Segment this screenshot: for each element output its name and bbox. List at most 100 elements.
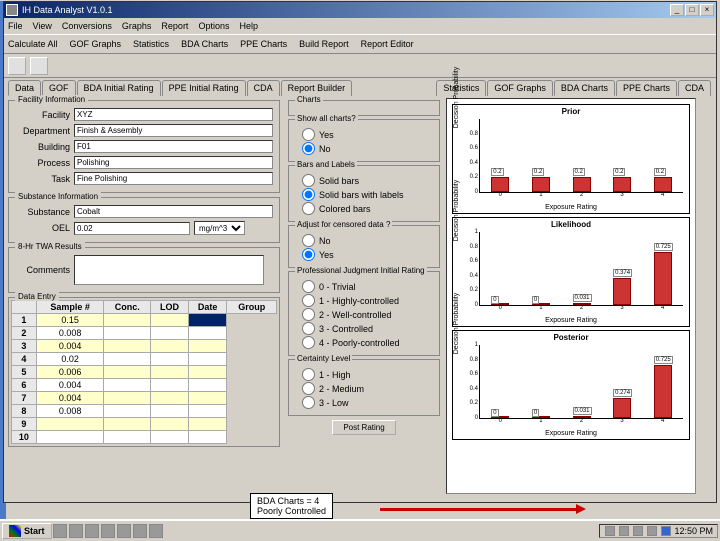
censor-yes[interactable] [302,248,315,261]
bars-colored[interactable] [302,202,315,215]
tab-gof-graphs[interactable]: GOF Graphs [487,80,553,96]
close-button[interactable]: × [700,4,714,16]
tb-bda-charts[interactable]: BDA Charts [181,39,228,49]
taskbar-icon[interactable] [101,524,115,538]
menubar: File View Conversions Graphs Report Opti… [4,18,716,34]
rating-2[interactable] [302,308,315,321]
showall-no[interactable] [302,142,315,155]
window-title: IH Data Analyst V1.0.1 [22,5,113,15]
post-rating-button[interactable]: Post Rating [332,420,395,435]
substance-input[interactable] [74,205,273,218]
taskbar-icon[interactable] [53,524,67,538]
unit-select[interactable]: mg/m^3 [194,221,245,235]
chart-prior: PriorDecision Probability00.20.40.60.800… [452,104,690,214]
icon-toolbar [4,54,716,78]
twa-fieldset: 8-Hr TWA Results Comments [8,247,280,293]
rating-1[interactable] [302,294,315,307]
taskbar-icon[interactable] [85,524,99,538]
toolbar: Calculate All GOF Graphs Statistics BDA … [4,34,716,54]
tab-report-builder[interactable]: Report Builder [281,80,353,96]
menu-options[interactable]: Options [198,21,229,31]
bars-solid[interactable] [302,174,315,187]
process-input[interactable] [74,156,273,169]
menu-view[interactable]: View [33,21,52,31]
certainty-fs: Certainty Level 1 - High 2 - Medium 3 - … [288,359,440,416]
cert-med[interactable] [302,382,315,395]
tray-icon[interactable] [605,526,615,536]
tb-statistics[interactable]: Statistics [133,39,169,49]
tab-stats[interactable]: Statistics [436,80,486,96]
menu-conversions[interactable]: Conversions [62,21,112,31]
tab-gof[interactable]: GOF [42,80,76,96]
charts-panel: PriorDecision Probability00.20.40.60.800… [446,98,696,494]
tb-gof-graphs[interactable]: GOF Graphs [70,39,122,49]
facility-input[interactable] [74,108,273,121]
bars-solid-labels[interactable] [302,188,315,201]
mid-panel: Charts Show all charts? Yes No Bars and … [284,96,444,496]
tab-bda-charts[interactable]: BDA Charts [554,80,615,96]
annotation-arrow [380,508,580,511]
censor-fs: Adjust for censored data ? No Yes [288,225,440,268]
cert-high[interactable] [302,368,315,381]
chart-likelihood: LikelihoodDecision Probability00.20.40.6… [452,217,690,327]
substance-fieldset: Substance Information Substance OELmg/m^… [8,197,280,243]
menu-file[interactable]: File [8,21,23,31]
annotation-box: BDA Charts = 4 Poorly Controlled [250,493,333,519]
tray-icon[interactable] [633,526,643,536]
minimize-button[interactable]: _ [670,4,684,16]
tab-data[interactable]: Data [8,80,41,96]
tab-ppe-initial[interactable]: PPE Initial Rating [162,80,246,96]
titlebar: IH Data Analyst V1.0.1 _ □ × [4,2,716,18]
bars-fs: Bars and Labels Solid bars Solid bars wi… [288,165,440,222]
tab-bda-initial[interactable]: BDA Initial Rating [77,80,161,96]
data-entry-fieldset: Data Entry Sample #Conc.LODDateGroup 10.… [8,297,280,447]
system-tray[interactable]: 12:50 PM [599,524,718,538]
tray-icon[interactable] [661,526,671,536]
tb-build-report[interactable]: Build Report [299,39,349,49]
tray-icon[interactable] [647,526,657,536]
clock: 12:50 PM [674,526,713,536]
main-window: IH Data Analyst V1.0.1 _ □ × File View C… [3,1,717,503]
taskbar-icon[interactable] [69,524,83,538]
tray-icon[interactable] [619,526,629,536]
tb-report-editor[interactable]: Report Editor [361,39,414,49]
department-input[interactable] [74,124,273,137]
taskbar-icon[interactable] [133,524,147,538]
substance-legend: Substance Information [15,192,101,201]
menu-report[interactable]: Report [161,21,188,31]
tool-icon[interactable] [30,57,48,75]
tab-cda[interactable]: CDA [247,80,280,96]
taskbar-icon[interactable] [149,524,163,538]
rating-0[interactable] [302,280,315,293]
maximize-button[interactable]: □ [685,4,699,16]
taskbar: Start 12:50 PM [0,519,720,541]
tb-ppe-charts[interactable]: PPE Charts [240,39,287,49]
censor-no[interactable] [302,234,315,247]
prof-fs: Professional Judgment Initial Rating 0 -… [288,271,440,356]
chart-posterior: PosteriorDecision Probability00.20.40.60… [452,330,690,440]
right-tabs: Statistics GOF Graphs BDA Charts PPE Cha… [432,78,716,96]
task-input[interactable] [74,172,273,185]
tab-cda[interactable]: CDA [678,80,711,96]
cert-low[interactable] [302,396,315,409]
oel-input[interactable] [74,222,190,235]
show-all-fs: Show all charts? Yes No [288,119,440,162]
data-table[interactable]: Sample #Conc.LODDateGroup 10.1520.00830.… [11,300,277,444]
comments-box[interactable] [74,255,264,285]
app-icon [6,4,18,16]
menu-help[interactable]: Help [239,21,258,31]
menu-graphs[interactable]: Graphs [122,21,152,31]
left-tabs: Data GOF BDA Initial Rating PPE Initial … [4,78,432,96]
tool-icon[interactable] [8,57,26,75]
start-button[interactable]: Start [2,523,52,539]
building-input[interactable] [74,140,273,153]
left-panel: Facility Information Facility Department… [4,96,284,496]
rating-3[interactable] [302,322,315,335]
facility-legend: Facility Information [15,95,88,104]
tb-calculate-all[interactable]: Calculate All [8,39,58,49]
tab-ppe-charts[interactable]: PPE Charts [616,80,677,96]
showall-yes[interactable] [302,128,315,141]
taskbar-icon[interactable] [117,524,131,538]
rating-4[interactable] [302,336,315,349]
facility-fieldset: Facility Information Facility Department… [8,100,280,193]
